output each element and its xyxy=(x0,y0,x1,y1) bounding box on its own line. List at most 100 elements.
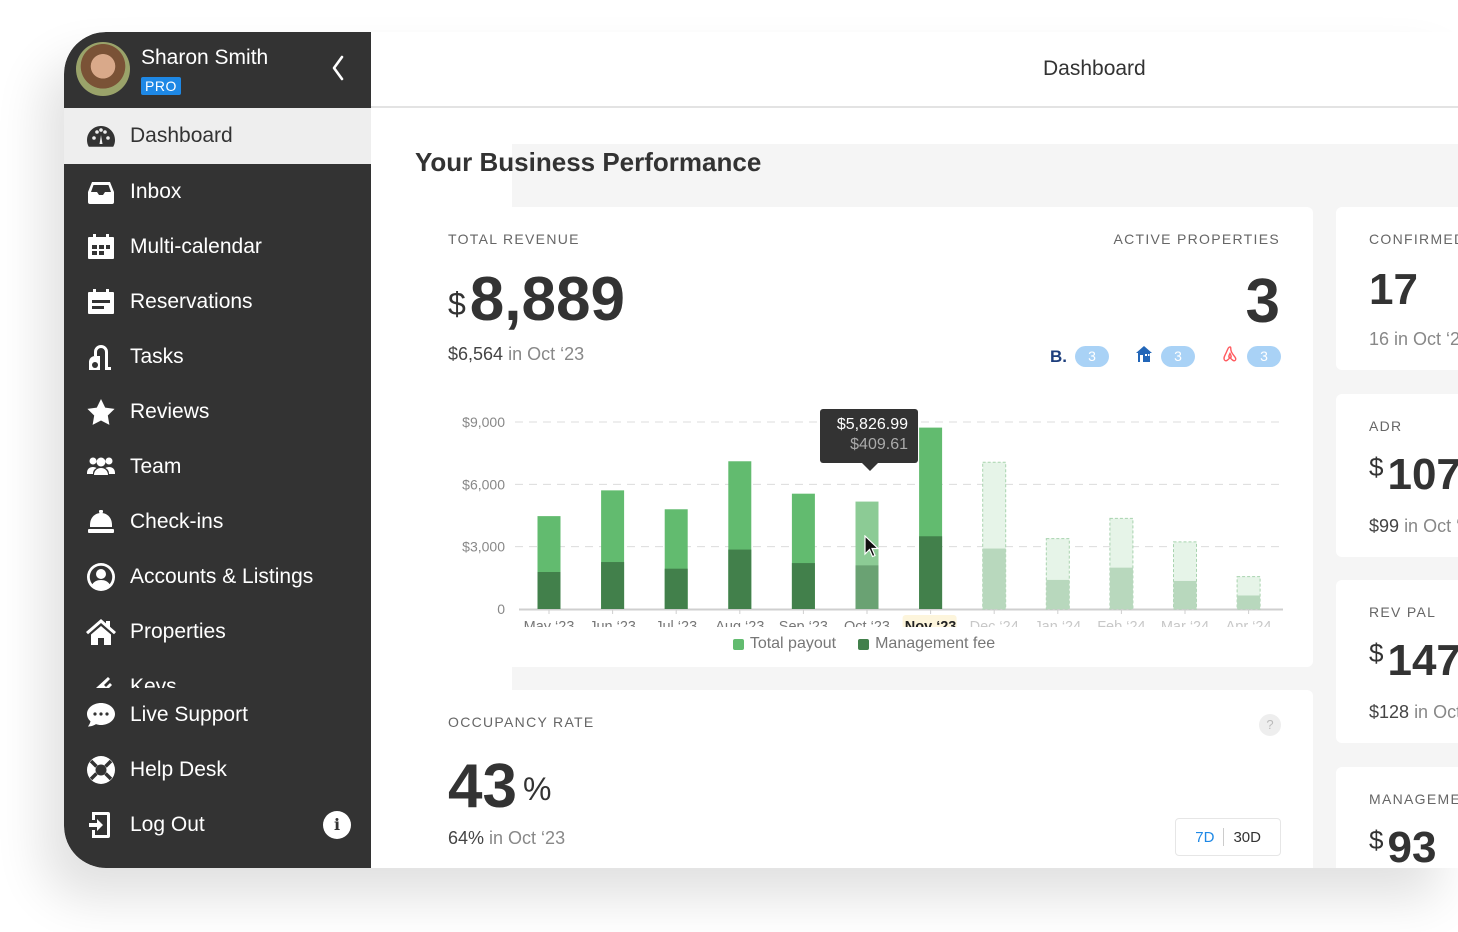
bar-management-fee xyxy=(537,572,561,609)
page-title: Dashboard xyxy=(1043,57,1146,80)
chart-tooltip: $5,826.99 $409.61 xyxy=(820,409,918,471)
previous-value: $128 xyxy=(1369,702,1410,722)
currency-symbol: $ xyxy=(1369,825,1384,855)
adr-label: ADR xyxy=(1369,418,1403,434)
booking-icon: B. xyxy=(1050,346,1067,366)
sidebar-item-keys[interactable]: Keys xyxy=(64,659,371,688)
homeaway-count[interactable]: 3 xyxy=(1161,346,1195,367)
previous-occupancy: 64% xyxy=(448,828,485,848)
range-30d-button[interactable]: 30D xyxy=(1224,829,1270,846)
sidebar-item-label: Team xyxy=(130,454,182,478)
previous-revenue: $6,564 xyxy=(448,344,504,364)
sidebar-item-label: Inbox xyxy=(130,179,182,203)
range-7d-button[interactable]: 7D xyxy=(1186,829,1223,846)
user-name: Sharon Smith xyxy=(141,46,269,69)
sidebar-item-team[interactable]: Team xyxy=(64,439,371,494)
active-properties-value: 3 xyxy=(1245,267,1280,336)
range-toggle: 7D 30D xyxy=(1175,818,1281,856)
occupancy-comparison: 64% in Oct ‘23 xyxy=(448,828,565,849)
total-revenue-value: $8,889 xyxy=(448,265,625,335)
rev-pal-card: REV PAL $147 $128 in Oct ‘23 xyxy=(1336,580,1458,743)
x-tick-label: Mar ‘24 xyxy=(1161,619,1209,627)
currency-symbol: $ xyxy=(1369,452,1384,482)
adr-comparison: $99 in Oct ‘23 xyxy=(1369,516,1458,537)
avatar[interactable] xyxy=(76,42,130,96)
x-tick-label: Dec ‘24 xyxy=(970,619,1019,627)
confirmed-comparison: 16 in Oct ‘23 xyxy=(1369,329,1458,350)
top-bar: Dashboard xyxy=(371,32,1458,108)
sidebar-item-help-desk[interactable]: Help Desk xyxy=(64,742,371,797)
confirmed-card: CONFIRMED 17 16 in Oct ‘23 xyxy=(1336,207,1458,370)
occupancy-card: OCCUPANCY RATE ? 43% 64% in Oct ‘23 7D 3… xyxy=(415,690,1313,868)
y-tick-label: $9,000 xyxy=(462,414,505,430)
y-tick-label: $6,000 xyxy=(462,476,505,492)
sidebar-item-label: Live Support xyxy=(130,702,248,726)
sidebar-item-dashboard[interactable]: Dashboard xyxy=(64,108,371,164)
homeaway-icon xyxy=(1135,345,1153,368)
x-tick-label: Jan ‘24 xyxy=(1034,619,1081,627)
x-tick-label: Nov ‘23 xyxy=(905,619,957,627)
chat-bubble-icon xyxy=(86,701,120,729)
sidebar-item-multi-calendar[interactable]: Multi-calendar xyxy=(64,219,371,274)
sidebar-item-reservations[interactable]: Reservations xyxy=(64,274,371,329)
sidebar-item-accounts-listings[interactable]: Accounts & Listings xyxy=(64,549,371,604)
rev-pal-comparison: $128 in Oct ‘23 xyxy=(1369,702,1458,723)
sidebar-item-tasks[interactable]: Tasks xyxy=(64,329,371,384)
bar-management-fee xyxy=(601,562,625,609)
concierge-bell-icon xyxy=(86,508,120,536)
y-tick-label: $3,000 xyxy=(462,539,505,555)
airbnb-count[interactable]: 3 xyxy=(1247,346,1281,367)
chevron-left-icon xyxy=(332,55,344,81)
rev-pal-value: $147 xyxy=(1369,636,1458,686)
mouse-cursor-icon xyxy=(864,535,880,558)
booking-count[interactable]: 3 xyxy=(1075,346,1109,367)
previous-value: 16 xyxy=(1369,329,1390,349)
calendar-grid-icon xyxy=(86,233,120,261)
sidebar-item-label: Multi-calendar xyxy=(130,234,262,258)
tooltip-fee: $409.61 xyxy=(850,436,908,453)
currency-symbol: $ xyxy=(448,286,466,322)
x-tick-label: Jul ‘23 xyxy=(655,619,697,627)
inbox-icon xyxy=(86,178,120,206)
sidebar-item-label: Reservations xyxy=(130,289,253,313)
user-circle-icon xyxy=(86,562,120,591)
collapse-sidebar-button[interactable] xyxy=(326,54,350,84)
adr-value: $107 xyxy=(1369,450,1458,500)
sidebar-item-log-out[interactable]: Log Out i xyxy=(64,797,371,852)
sidebar-item-label: Reviews xyxy=(130,399,210,423)
confirmed-value: 17 xyxy=(1369,265,1418,314)
sidebar-item-label: Log Out xyxy=(130,812,205,836)
sidebar: Sharon Smith PRO Dashboard Inbox Multi-c… xyxy=(64,32,371,868)
sidebar-item-properties[interactable]: Properties xyxy=(64,604,371,659)
revenue-comparison: $6,564 in Oct ‘23 xyxy=(448,344,584,365)
bar-management-fee xyxy=(982,548,1006,609)
occupancy-number: 43 xyxy=(448,752,517,821)
sign-out-icon xyxy=(86,811,120,839)
legend-total-payout[interactable]: Total payout xyxy=(732,635,837,653)
sidebar-item-live-support[interactable]: Live Support xyxy=(64,687,371,742)
previous-value: $99 xyxy=(1369,516,1400,536)
sidebar-bottom-nav: Live Support Help Desk Log Out i xyxy=(64,687,371,852)
legend-label: Total payout xyxy=(749,635,837,652)
app-window: Sharon Smith PRO Dashboard Inbox Multi-c… xyxy=(64,32,1458,868)
sidebar-item-inbox[interactable]: Inbox xyxy=(64,164,371,219)
calendar-list-icon xyxy=(86,288,120,316)
info-button[interactable]: i xyxy=(323,811,351,839)
help-button[interactable]: ? xyxy=(1259,714,1281,736)
x-tick-label: Aug ‘23 xyxy=(715,619,764,627)
sidebar-item-check-ins[interactable]: Check-ins xyxy=(64,494,371,549)
sidebar-item-reviews[interactable]: Reviews xyxy=(64,384,371,439)
bar-management-fee xyxy=(728,549,752,609)
x-tick-label: May ‘23 xyxy=(524,619,575,627)
rev-pal-label: REV PAL xyxy=(1369,604,1437,620)
bar-management-fee xyxy=(664,568,688,609)
home-icon xyxy=(86,618,120,646)
tooltip-payout: $5,826.99 xyxy=(836,416,908,433)
confirmed-label: CONFIRMED xyxy=(1369,231,1458,247)
adr-card: ADR $107 $99 in Oct ‘23 xyxy=(1336,394,1458,557)
star-icon xyxy=(86,398,120,426)
legend-management-fee[interactable]: Management fee xyxy=(858,635,995,653)
management-label: MANAGEMENT xyxy=(1369,791,1458,807)
user-profile[interactable]: Sharon Smith PRO xyxy=(64,32,371,108)
total-revenue-label: TOTAL REVENUE xyxy=(448,231,580,247)
